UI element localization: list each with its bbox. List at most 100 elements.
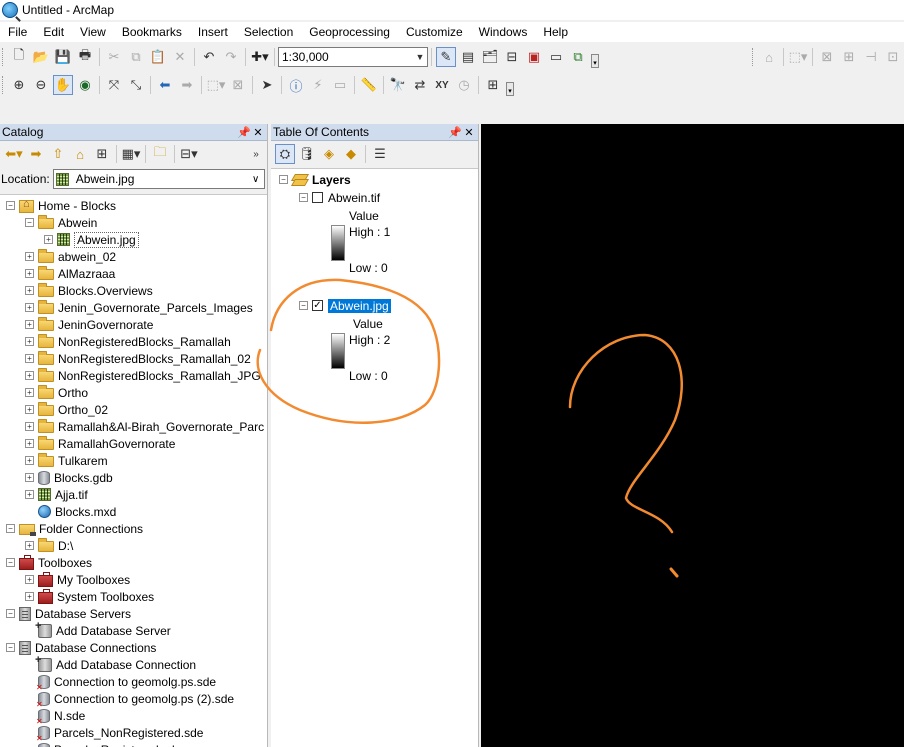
new-document-icon[interactable]: 🗋 [9,47,29,67]
table-of-contents-window-icon[interactable]: ▤ [458,47,478,67]
create-viewer-window-icon[interactable]: ⊞ [483,75,503,95]
expand-icon[interactable]: + [44,235,53,244]
catalog-tree-item[interactable]: + Abwein.jpg [0,231,267,248]
home-icon[interactable]: ⌂ [70,144,90,164]
expand-icon[interactable]: + [25,303,34,312]
catalog-tree-item[interactable]: + System Toolboxes [0,588,267,605]
close-icon[interactable]: ✕ [463,126,475,139]
split-icon[interactable]: ⊞ [839,47,859,67]
list-by-source-icon[interactable]: 🛢 [297,144,317,164]
fixed-zoom-in-icon[interactable]: ⤧ [104,75,124,95]
menu-geoprocessing[interactable]: Geoprocessing [301,22,398,42]
collapse-icon[interactable]: − [299,301,308,310]
search-window-icon[interactable]: ⊟ [502,47,522,67]
connect-folder-icon[interactable]: ⊞ [92,144,112,164]
collapse-icon[interactable]: − [6,201,15,210]
expand-icon[interactable]: + [25,439,34,448]
menu-windows[interactable]: Windows [471,22,536,42]
toolbar-grip[interactable] [2,48,5,66]
catalog-tree-item[interactable]: − Folder Connections [0,520,267,537]
catalog-tree-item[interactable]: − Toolboxes [0,554,267,571]
expand-icon[interactable]: + [25,592,34,601]
layer-visibility-checkbox[interactable] [312,192,323,203]
expand-icon[interactable]: + [25,252,34,261]
catalog-tree-item[interactable]: + RamallahGovernorate [0,435,267,452]
select-elements-arrow-icon[interactable]: ➤ [257,75,277,95]
full-extent-globe-icon[interactable]: ◉ [75,75,95,95]
catalog-tree-item[interactable]: + NonRegisteredBlocks_Ramallah [0,333,267,350]
undo-icon[interactable]: ↶ [199,47,219,67]
catalog-tree-item[interactable]: + My Toolboxes [0,571,267,588]
menu-file[interactable]: File [0,22,35,42]
catalog-tree-item[interactable]: + Blocks.Overviews [0,282,267,299]
find-binoculars-icon[interactable]: 🔭 [388,75,408,95]
modelbuilder-icon[interactable]: ⧉ [568,47,588,67]
paste-icon[interactable]: 📋 [148,47,168,67]
pan-hand-icon[interactable]: ✋ [53,75,73,95]
add-data-icon[interactable]: ✚▾ [250,47,270,67]
toolbar-options-icon[interactable]: ▾ [506,82,514,96]
save-icon[interactable]: 💾 [53,47,73,67]
chevron-right-icon[interactable]: » [246,144,266,164]
catalog-tree-item[interactable]: + Ortho_02 [0,401,267,418]
catalog-tree-item[interactable]: Add Database Connection [0,654,267,673]
collapse-icon[interactable]: − [299,193,308,202]
layers-group-row[interactable]: − Layers [279,171,351,188]
delete-icon[interactable]: ✕ [170,47,190,67]
expand-icon[interactable]: + [25,456,34,465]
location-combobox[interactable]: Abwein.jpg ∨ [52,169,265,189]
toc-layer-abwein-tif[interactable]: − Abwein.tif [299,189,380,206]
collapse-icon[interactable]: − [6,609,15,618]
layer-name[interactable]: Abwein.jpg [328,298,391,313]
toolbar-grip[interactable] [2,76,5,94]
catalog-tree-item[interactable]: N.sde [0,707,267,726]
menu-help[interactable]: Help [535,22,576,42]
time-slider-icon[interactable]: ◷ [454,75,474,95]
expand-icon[interactable]: + [25,371,34,380]
catalog-tree-item[interactable]: + Ramallah&Al-Birah_Governorate_Parc [0,418,267,435]
pin-icon[interactable]: 📌 [237,126,251,139]
select-features-icon[interactable]: ⬚▾ [206,75,226,95]
expand-icon[interactable]: + [25,473,34,482]
catalog-tree-item[interactable]: − Abwein [0,214,267,231]
fixed-zoom-out-icon[interactable]: ⤡ [126,75,146,95]
catalog-tree-item[interactable]: Parcels_NonRegistered.sde [0,724,267,743]
collapse-icon[interactable]: − [6,524,15,533]
back-arrow-icon[interactable]: ⬅ [155,75,175,95]
layer-visibility-checkbox[interactable]: ✓ [312,300,323,311]
options-icon[interactable]: ☰ [370,144,390,164]
print-icon[interactable]: 🖶 [75,47,95,67]
clear-selection-icon[interactable]: ⊠ [228,75,248,95]
expand-icon[interactable]: + [25,286,34,295]
toggle-contents-icon[interactable]: ⊟▾ [179,144,199,164]
catalog-tree-item[interactable]: Connection to geomolg.ps (2).sde [0,690,267,709]
python-window-icon[interactable]: ▭ [546,47,566,67]
catalog-tree-item[interactable]: + Blocks.gdb [0,469,267,486]
topology-icon[interactable]: ⊠ [817,47,837,67]
go-to-xy-icon[interactable]: XY [432,75,452,95]
forward-arrow-icon[interactable]: ➡ [26,144,46,164]
collapse-icon[interactable]: − [6,643,15,652]
expand-icon[interactable]: + [25,320,34,329]
find-route-icon[interactable]: ⇄ [410,75,430,95]
catalog-tree-item[interactable]: + JeninGovernorate [0,316,267,333]
expand-icon[interactable]: + [25,337,34,346]
zoom-in-icon[interactable]: ⊕ [9,75,29,95]
zoom-out-icon[interactable]: ⊖ [31,75,51,95]
collapse-icon[interactable]: − [279,175,288,184]
back-arrow-icon[interactable]: ⬅▾ [4,144,24,164]
catalog-tree-item[interactable]: + NonRegisteredBlocks_Ramallah_02 [0,350,267,367]
redo-icon[interactable]: ↷ [221,47,241,67]
forward-arrow-icon[interactable]: ➡ [177,75,197,95]
editor-toolbar-icon[interactable]: ✎ [436,47,456,67]
list-by-drawing-order-icon[interactable]: ⛭ [275,144,295,164]
new-folder-icon[interactable]: 🗀 [150,144,170,164]
menu-insert[interactable]: Insert [190,22,236,42]
close-icon[interactable]: ✕ [252,126,264,139]
chevron-down-icon[interactable]: ▼ [413,52,427,62]
catalog-tree-item[interactable]: + Jenin_Governorate_Parcels_Images [0,299,267,316]
hyperlink-icon[interactable]: ⚡ [308,75,328,95]
expand-icon[interactable]: + [25,405,34,414]
catalog-tree-item[interactable]: Add Database Server [0,620,267,639]
catalog-tree-item[interactable]: − Home - Blocks [0,197,267,214]
